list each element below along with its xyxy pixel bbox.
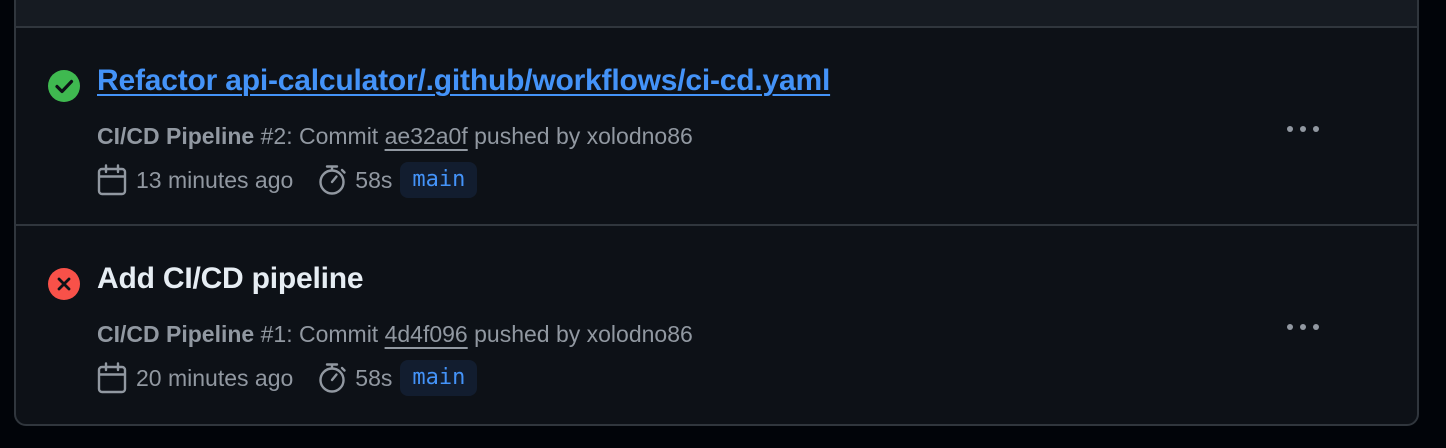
run-options-button[interactable] xyxy=(1281,311,1325,343)
run-time-ago: 20 minutes ago xyxy=(136,364,294,391)
kebab-horizontal-icon xyxy=(1287,324,1319,330)
workflow-name: CI/CD Pipeline xyxy=(97,321,255,347)
run-title-link[interactable]: Refactor api-calculator/.github/workflow… xyxy=(97,64,830,98)
commit-sha-link[interactable]: ae32a0f xyxy=(385,123,468,149)
run-title-link[interactable]: Add CI/CD pipeline xyxy=(97,262,364,296)
run-number: #2 xyxy=(254,123,287,149)
workflow-name: CI/CD Pipeline xyxy=(97,123,255,149)
calendar-icon xyxy=(97,362,127,394)
check-circle-icon xyxy=(48,70,80,102)
run-meta: CI/CD Pipeline #2: Commit ae32a0f pushed… xyxy=(97,123,693,150)
workflow-run-item[interactable]: Refactor api-calculator/.github/workflow… xyxy=(16,28,1417,226)
commit-prefix: : Commit xyxy=(286,123,385,149)
commit-prefix: : Commit xyxy=(286,321,385,347)
run-duration: 58s xyxy=(355,166,393,193)
pushed-by: pushed by xolodno86 xyxy=(467,321,693,347)
run-options-button[interactable] xyxy=(1281,113,1325,145)
x-circle-icon xyxy=(48,268,80,300)
calendar-icon xyxy=(97,164,127,196)
run-duration: 58s xyxy=(355,364,393,391)
run-time-ago: 13 minutes ago xyxy=(136,166,294,193)
pushed-by: pushed by xolodno86 xyxy=(467,123,693,149)
panel-header xyxy=(16,0,1417,28)
workflow-runs-panel: Refactor api-calculator/.github/workflow… xyxy=(14,0,1419,426)
workflow-run-item[interactable]: Add CI/CD pipeline CI/CD Pipeline #1: Co… xyxy=(16,226,1417,424)
stopwatch-icon xyxy=(319,363,346,393)
kebab-horizontal-icon xyxy=(1287,126,1319,132)
run-meta: CI/CD Pipeline #1: Commit 4d4f096 pushed… xyxy=(97,321,693,348)
run-info: 13 minutes ago 58s main xyxy=(97,162,478,198)
run-number: #1 xyxy=(254,321,287,347)
branch-badge[interactable]: main xyxy=(400,360,478,396)
branch-badge[interactable]: main xyxy=(400,162,478,198)
run-info: 20 minutes ago 58s main xyxy=(97,360,478,396)
stopwatch-icon xyxy=(319,165,346,195)
commit-sha-link[interactable]: 4d4f096 xyxy=(385,321,468,347)
